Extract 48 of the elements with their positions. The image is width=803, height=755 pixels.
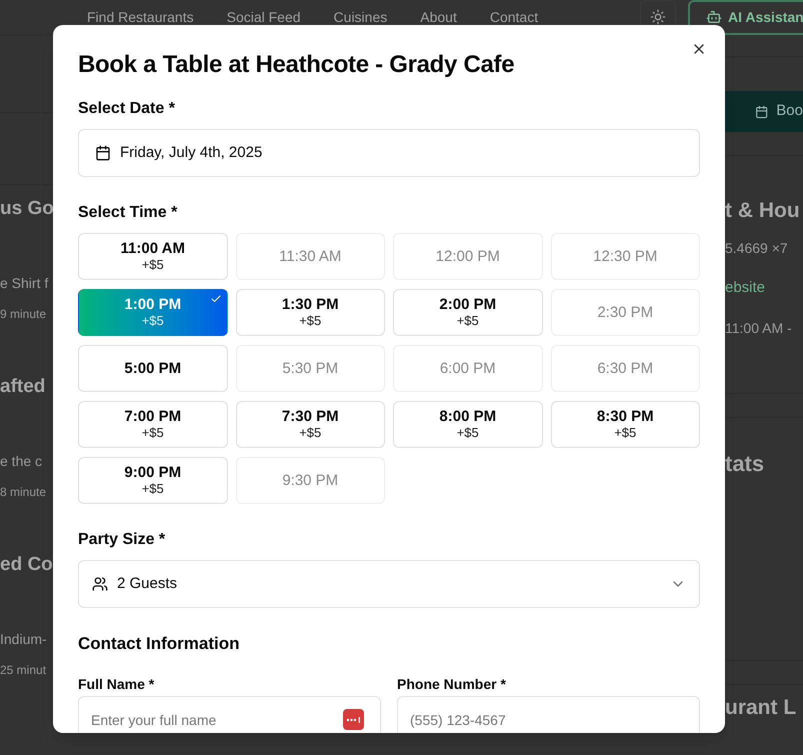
website-link[interactable]: ebsite <box>725 278 803 298</box>
card-text: e the c <box>0 452 44 471</box>
time-slot[interactable]: 11:00 AM +$5 <box>78 233 228 280</box>
card-title: us Go <box>0 197 54 221</box>
check-icon <box>210 293 222 305</box>
date-picker[interactable]: Friday, July 4th, 2025 <box>78 129 700 177</box>
phone-input[interactable]: (555) 123-4567 <box>397 696 700 733</box>
time-slot[interactable]: 7:00 PM +$5 <box>78 401 228 448</box>
time-slot[interactable]: 7:30 PM +$5 <box>236 401 385 448</box>
field-label: Select Date * <box>78 99 175 119</box>
time-ago-text: 25 minut <box>0 662 48 679</box>
card-title: afted <box>0 375 46 399</box>
book-button[interactable]: Boo <box>725 91 803 132</box>
field-label: Phone Number * <box>397 675 506 694</box>
section-heading: t & Hou <box>725 198 801 224</box>
nav-link[interactable]: Cuisines <box>334 6 388 28</box>
time-slot[interactable]: 8:00 PM +$5 <box>393 401 542 448</box>
nav-link[interactable]: About <box>420 6 457 28</box>
name-input[interactable]: Enter your full name <box>78 696 381 733</box>
card-text: e Shirt f <box>0 274 50 293</box>
section-heading: urant L <box>725 695 798 721</box>
field-label: Full Name * <box>78 675 154 694</box>
field-label: Select Time * <box>78 203 178 223</box>
section-heading: tats <box>725 450 766 478</box>
time-slot[interactable]: 9:00 PM +$5 <box>78 457 228 504</box>
card-text: Indium- <box>0 630 48 649</box>
coordinates-text: 5.4669 ×7 <box>725 239 789 258</box>
dots-icon[interactable] <box>343 709 364 730</box>
dialog-title: Book a Table at Heathcote - Grady Cafe <box>78 50 514 80</box>
field-label: Party Size * <box>78 530 166 550</box>
robot-icon <box>706 9 722 25</box>
hours-text: 11:00 AM - <box>725 319 793 338</box>
section-heading: Contact Information <box>78 633 240 655</box>
people-icon <box>92 576 108 592</box>
time-slot[interactable]: 1:30 PM +$5 <box>236 289 385 336</box>
time-slot[interactable]: 2:00 PM +$5 <box>393 289 542 336</box>
card-title: ed Co <box>0 553 54 577</box>
nav-link[interactable]: Contact <box>490 6 538 28</box>
calendar-icon <box>95 145 111 161</box>
nav-link[interactable]: Social Feed <box>226 6 301 28</box>
time-ago-text: 8 minute <box>0 484 48 501</box>
time-ago-text: 9 minute <box>0 306 48 323</box>
time-slot[interactable]: 5:00 PM <box>78 345 228 392</box>
time-slot[interactable]: 8:30 PM +$5 <box>550 401 700 448</box>
sun-icon <box>650 9 666 25</box>
time-slot[interactable]: 1:00 PM +$5 <box>78 289 228 336</box>
nav-link[interactable]: Find Restaurants <box>87 6 194 28</box>
party-size-select[interactable]: 2 Guests <box>78 560 700 608</box>
